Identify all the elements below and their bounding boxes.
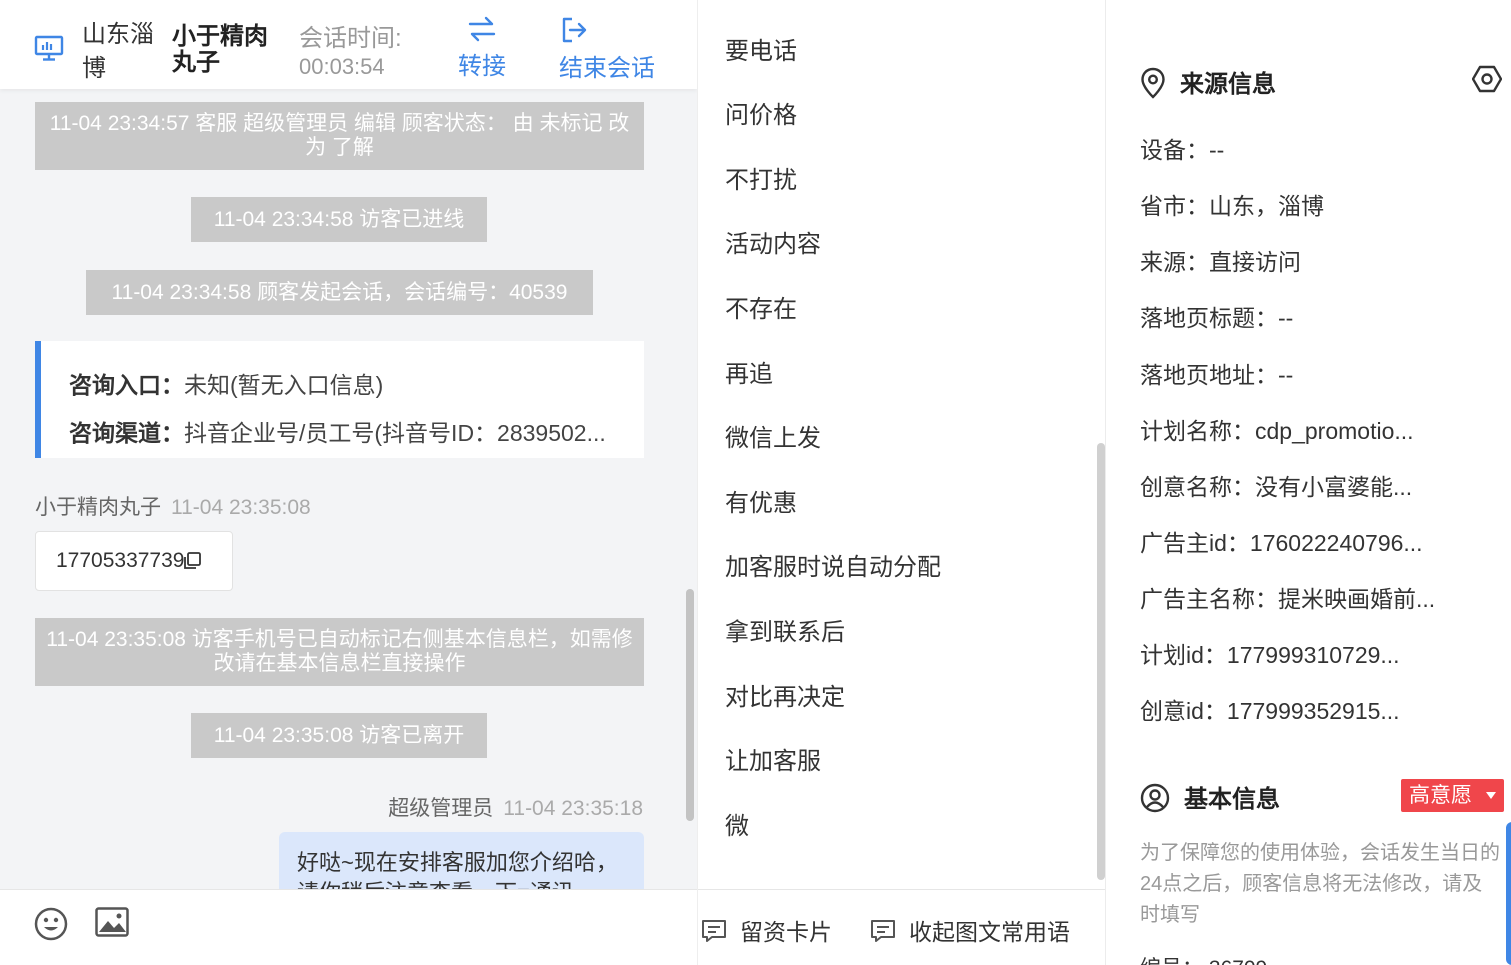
- visitor-info-panel: 来源信息 设备：-- 省市：山东，淄博 来源：直接访问 落地页标题：-- 落地页…: [1105, 0, 1511, 965]
- source-field-advertiser-id: 广告主id：176022240796...: [1140, 530, 1423, 556]
- consult-entry-value: 未知(暂无入口信息): [184, 372, 384, 398]
- logout-icon: [562, 17, 587, 43]
- source-field-advertiser-name: 广告主名称：提米映画婚前...: [1140, 586, 1436, 612]
- phrase-item[interactable]: 再追: [725, 354, 773, 389]
- transfer-button[interactable]: 转接: [456, 16, 508, 81]
- consult-entry-row: 咨询入口：未知(暂无入口信息): [69, 361, 629, 409]
- settings-icon[interactable]: [1472, 64, 1502, 94]
- visitor-name: 小于精肉丸子: [172, 23, 268, 76]
- consult-channel-label: 咨询渠道：: [69, 420, 184, 446]
- card-icon: [702, 919, 726, 942]
- source-field-region: 省市：山东，淄博: [1140, 193, 1324, 219]
- phrase-item[interactable]: 微: [725, 806, 749, 841]
- consult-entry-label: 咨询入口：: [69, 372, 184, 398]
- message-list-scrollbar[interactable]: [686, 589, 694, 821]
- end-session-label: 结束会话: [559, 55, 655, 82]
- source-info-title: 来源信息: [1140, 64, 1276, 102]
- system-message: 11-04 23:34:57 客服 超级管理员 编辑 顾客状态： 由 未标记 改…: [35, 102, 644, 170]
- copy-icon[interactable]: [182, 551, 202, 571]
- emoji-icon[interactable]: [34, 907, 68, 941]
- phrase-item[interactable]: 活动内容: [725, 224, 821, 259]
- visitor-message-time: 11-04 23:35:08: [171, 496, 311, 519]
- phrase-item[interactable]: 微信上发: [725, 418, 821, 453]
- visitor-message-bubble: 17705337739: [35, 531, 233, 591]
- source-field-landing-title: 落地页标题：--: [1140, 305, 1294, 331]
- lead-card-label: 留资卡片: [740, 919, 832, 945]
- caret-down-icon: [1486, 792, 1496, 799]
- visitor-message-text: 17705337739: [56, 549, 185, 572]
- phrase-list-scrollbar[interactable]: [1097, 443, 1105, 880]
- agent-message-time: 11-04 23:35:18: [503, 797, 643, 820]
- basic-info-label: 基本信息: [1184, 786, 1280, 813]
- end-session-button[interactable]: 结束会话: [558, 16, 656, 83]
- phrase-item[interactable]: 问价格: [725, 95, 797, 130]
- phrase-item[interactable]: 有优惠: [725, 483, 797, 518]
- system-message: 11-04 23:35:08 访客手机号已自动标记右侧基本信息栏，如需修改请在基…: [35, 618, 644, 686]
- source-field-campaign-id: 计划id：177999310729...: [1140, 642, 1400, 668]
- system-message: 11-04 23:34:58 顾客发起会话，会话编号：40539: [86, 270, 593, 315]
- message-list[interactable]: 11-04 23:34:57 客服 超级管理员 编辑 顾客状态： 由 未标记 改…: [0, 89, 697, 889]
- floating-side-tab[interactable]: [1506, 822, 1511, 965]
- phrase-item[interactable]: 拿到联系后: [725, 612, 845, 647]
- desktop-icon: [34, 35, 64, 61]
- user-circle-icon: [1140, 783, 1170, 812]
- phrase-item[interactable]: 要电话: [725, 31, 797, 66]
- phrase-item[interactable]: 不存在: [725, 289, 797, 324]
- source-field-landing-url: 落地页地址：--: [1140, 362, 1294, 388]
- basic-info-title: 基本信息: [1140, 779, 1280, 816]
- source-field-origin: 来源：直接访问: [1140, 249, 1301, 275]
- source-field-device: 设备：--: [1140, 137, 1225, 163]
- transfer-label: 转接: [458, 53, 506, 80]
- session-time-value: 00:03:54: [299, 54, 385, 79]
- visitor-location: 山东淄博: [82, 21, 154, 82]
- collapse-phrases-label: 收起图文常用语: [909, 919, 1070, 945]
- consult-channel-value: 抖音企业号/员工号(抖音号ID：2839502...: [184, 420, 606, 446]
- source-field-campaign-name: 计划名称：cdp_promotio...: [1140, 418, 1414, 444]
- conversation-panel: 山东淄博 小于精肉丸子 会话时间: 00:03:54 转接 结束会话 11-04: [0, 0, 697, 965]
- phrase-item[interactable]: 让加客服: [725, 741, 821, 776]
- chat-workspace: 山东淄博 小于精肉丸子 会话时间: 00:03:54 转接 结束会话 11-04: [0, 0, 1511, 965]
- basic-field-id: 编号： 36709: [1140, 952, 1267, 965]
- source-info-label: 来源信息: [1180, 71, 1276, 98]
- image-icon[interactable]: [95, 907, 129, 937]
- system-message: 11-04 23:35:08 访客已离开: [191, 713, 487, 758]
- collapse-phrases-button[interactable]: 收起图文常用语: [869, 913, 1070, 947]
- phrase-item[interactable]: 不打扰: [725, 160, 797, 195]
- agent-message-bubble: 好哒~现在安排客服加您介绍哈，请你稍后注意查看，下=通讯: [279, 832, 644, 889]
- conversation-header: 山东淄博 小于精肉丸子 会话时间: 00:03:54 转接 结束会话: [0, 0, 697, 89]
- source-field-creative-name: 创意名称：没有小富婆能...: [1140, 474, 1413, 500]
- location-pin-icon: [1141, 67, 1165, 99]
- edit-deadline-notice: 为了保障您的使用体验，会话发生当日的24点之后，顾客信息将无法修改，请及时填写: [1140, 842, 1500, 926]
- phrase-footer: 留资卡片 收起图文常用语: [698, 889, 1106, 965]
- agent-sender-name: 超级管理员: [388, 797, 494, 820]
- quick-phrase-panel: 要电话 问价格 不打扰 活动内容 不存在 再追 微信上发 有优惠 加客服时说自动…: [697, 0, 1106, 965]
- message-icon: [871, 919, 895, 942]
- system-message: 11-04 23:34:58 访客已进线: [191, 197, 487, 242]
- consult-info-card: 咨询入口：未知(暂无入口信息) 咨询渠道：抖音企业号/员工号(抖音号ID：283…: [35, 341, 644, 458]
- visitor-sender-name: 小于精肉丸子: [35, 496, 161, 519]
- lead-card-button[interactable]: 留资卡片: [700, 913, 832, 947]
- input-toolbar: [0, 889, 697, 965]
- session-time-label: 会话时间:: [299, 25, 402, 52]
- source-field-creative-id: 创意id：177999352915...: [1140, 698, 1400, 724]
- transfer-icon: [468, 16, 496, 42]
- intent-level-dropdown[interactable]: 高意愿: [1401, 779, 1504, 812]
- phrase-item[interactable]: 对比再决定: [725, 677, 845, 712]
- intent-level-value: 高意愿: [1409, 784, 1472, 807]
- consult-channel-row: 咨询渠道：抖音企业号/员工号(抖音号ID：2839502...: [69, 409, 629, 457]
- visitor-message-meta: 小于精肉丸子 11-04 23:35:08: [35, 491, 311, 521]
- agent-message-meta: 超级管理员 11-04 23:35:18: [388, 792, 643, 822]
- phrase-item[interactable]: 加客服时说自动分配: [725, 547, 941, 582]
